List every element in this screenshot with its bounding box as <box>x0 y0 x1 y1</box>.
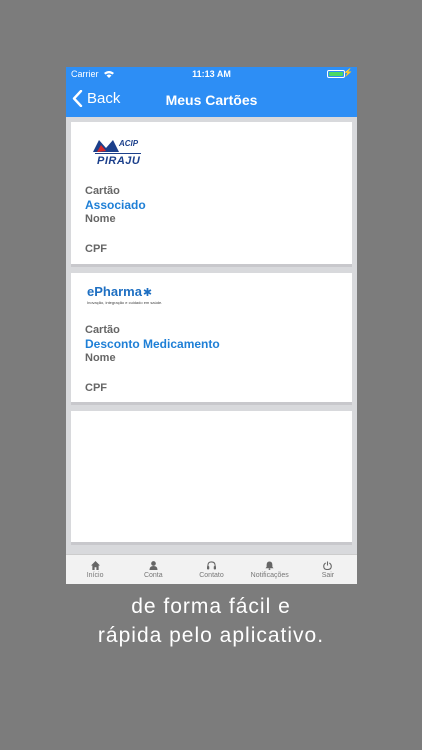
caption-line-2: rápida pelo aplicativo. <box>97 624 325 647</box>
tab-label: Contato <box>199 571 224 579</box>
acip-brand: ACIP <box>119 139 139 148</box>
card-type-value: Associado <box>85 198 146 212</box>
status-time: 11:13 AM <box>192 69 231 79</box>
power-icon <box>323 560 333 570</box>
headphones-icon <box>207 560 216 570</box>
tab-label: Notificações <box>250 571 289 579</box>
cpf-label: CPF <box>85 382 107 394</box>
status-bar: Carrier 11:13 AM ⚡ <box>66 67 357 82</box>
tab-label: Conta <box>143 571 163 579</box>
phone-screen: Carrier 11:13 AM ⚡ Back Meus Cartões ACI… <box>66 67 357 584</box>
tab-inicio[interactable]: Início <box>66 555 124 584</box>
tab-sair[interactable]: Sair <box>299 555 357 584</box>
user-icon <box>149 560 158 570</box>
card-type-value: Desconto Medicamento <box>85 337 220 351</box>
card-label: Cartão <box>85 185 120 197</box>
epharma-brand: ePharma <box>87 284 142 299</box>
home-icon <box>90 560 100 570</box>
card-label: Cartão <box>85 324 120 336</box>
acip-logo: ACIP PIRAJU <box>93 136 153 172</box>
tab-label: Início <box>86 571 104 579</box>
cpf-label: CPF <box>85 243 107 255</box>
bell-icon <box>265 560 274 570</box>
nav-bar: Back Meus Cartões <box>66 82 357 117</box>
name-label: Nome <box>85 213 116 225</box>
card-desconto-medicamento[interactable]: ePharma✱ Inovação, integração e cuidado … <box>71 273 352 405</box>
tab-contato[interactable]: Contato <box>182 555 240 584</box>
tab-notificacoes[interactable]: Notificações <box>241 555 299 584</box>
card-list: ACIP PIRAJU Cartão Associado Nome CPF eP… <box>66 117 357 554</box>
acip-city: PIRAJU <box>97 155 141 167</box>
caption-line-1: de forma fácil e <box>131 595 291 618</box>
promo-caption: de forma fácil e rápida pelo aplicativo. <box>0 592 422 650</box>
epharma-star-icon: ✱ <box>142 287 153 299</box>
acip-mark-icon <box>93 140 119 152</box>
page-title: Meus Cartões <box>165 92 258 108</box>
epharma-logo: ePharma✱ Inovação, integração e cuidado … <box>87 283 338 309</box>
epharma-tagline: Inovação, integração e cuidado em saúde. <box>87 300 163 305</box>
tab-label: Sair <box>321 571 335 579</box>
tab-bar: Início Conta Contato Notificações Sair <box>66 554 357 584</box>
charging-icon: ⚡ <box>343 68 353 77</box>
name-label: Nome <box>85 352 116 364</box>
card-associado[interactable]: ACIP PIRAJU Cartão Associado Nome CPF <box>71 122 352 267</box>
card-empty[interactable] <box>71 411 352 545</box>
tab-conta[interactable]: Conta <box>124 555 182 584</box>
